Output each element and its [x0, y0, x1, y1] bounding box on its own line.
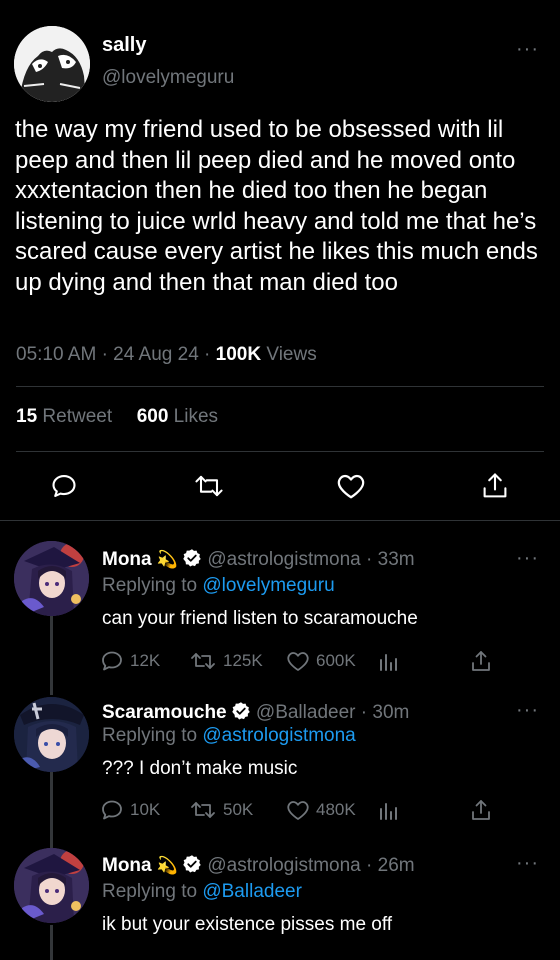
like-icon[interactable] [286, 650, 310, 672]
reply-avatar[interactable] [14, 697, 89, 772]
retweet-button[interactable]: 50K [189, 799, 253, 821]
replying-to: Replying to @astrologistmona [102, 725, 356, 747]
replying-to-prefix: Replying to [102, 575, 203, 596]
replying-to: Replying to @lovelymeguru [102, 575, 335, 597]
replying-to-prefix: Replying to [102, 881, 203, 902]
tweet-text: the way my friend used to be obsessed wi… [15, 116, 538, 296]
like-icon[interactable] [336, 472, 366, 500]
verified-badge-icon [182, 854, 202, 880]
retweet-icon[interactable] [189, 799, 217, 821]
retweet-count: 125K [223, 651, 263, 670]
reply-header: Mona 💫 @astrologistmona · 33m [102, 548, 415, 574]
author-avatar[interactable] [14, 26, 90, 102]
replying-to-handle[interactable]: @astrologistmona [202, 725, 355, 746]
reply-author-name[interactable]: Mona [102, 549, 152, 570]
reply-author-name[interactable]: Scaramouche [102, 702, 227, 723]
divider [0, 520, 560, 521]
more-options-icon[interactable]: ··· [516, 548, 539, 568]
reply-header: Mona 💫 @astrologistmona · 26m [102, 854, 415, 880]
like-count: 600K [316, 651, 356, 670]
like-count: 480K [316, 800, 356, 819]
likes-label[interactable]: Likes [174, 406, 218, 427]
likes-count[interactable]: 600 [137, 406, 169, 427]
replying-to-handle[interactable]: @lovelymeguru [202, 575, 334, 596]
replying-to: Replying to @Balladeer [102, 881, 302, 903]
author-name[interactable]: sally [102, 34, 146, 57]
engagement-stats: 15 Retweet 600 Likes [16, 406, 218, 428]
share-icon[interactable] [470, 798, 492, 822]
reply-avatar[interactable] [14, 848, 89, 923]
tweet-time: 05:10 AM [16, 344, 97, 365]
verified-badge-icon [182, 548, 202, 574]
retweet-count: 50K [223, 800, 254, 819]
divider [16, 386, 544, 387]
share-icon[interactable] [481, 471, 509, 501]
tweet-date: 24 Aug 24 [113, 344, 199, 365]
share-icon[interactable] [470, 649, 492, 673]
reply-author-handle[interactable]: @astrologistmona [207, 855, 360, 876]
thread-line [50, 772, 53, 852]
author-handle[interactable]: @lovelymeguru [102, 67, 234, 89]
reply-icon[interactable] [100, 799, 124, 821]
reply-count: 10K [130, 800, 161, 819]
like-icon[interactable] [286, 799, 310, 821]
reply-text: ??? I don’t make music [102, 758, 298, 779]
reply-text: can your friend listen to scaramouche [102, 608, 418, 629]
retweet-icon[interactable] [189, 650, 217, 672]
reply-button[interactable]: 10K [100, 799, 160, 821]
reply-author-handle[interactable]: @Balladeer [256, 702, 356, 723]
reply-author-name[interactable]: Mona [102, 855, 152, 876]
reply-age: · 33m [366, 549, 415, 570]
retweet-count[interactable]: 15 [16, 406, 37, 427]
verified-badge-icon [231, 701, 251, 727]
reply-age: · 26m [366, 855, 415, 876]
sparkle-emoji: 💫 [156, 856, 179, 875]
views-label: Views [266, 344, 317, 365]
more-options-icon[interactable]: ··· [516, 700, 539, 720]
analytics-icon[interactable] [378, 650, 400, 672]
reply-icon[interactable] [50, 472, 78, 500]
reply-button[interactable]: 12K [100, 650, 160, 672]
thread-line [50, 615, 53, 695]
meta-separator: · [204, 344, 211, 365]
views-count: 100K [215, 344, 262, 365]
replying-to-prefix: Replying to [102, 725, 203, 746]
replying-to-handle[interactable]: @Balladeer [202, 881, 302, 902]
reply-count: 12K [130, 651, 161, 670]
more-options-icon[interactable]: ··· [516, 39, 539, 59]
reply-avatar[interactable] [14, 541, 89, 616]
thread-line [50, 925, 53, 960]
meta-separator: · [101, 344, 108, 365]
reply-header: Scaramouche @Balladeer · 30m [102, 701, 409, 727]
reply-age: · 30m [360, 702, 410, 723]
reply-author-handle[interactable]: @astrologistmona [207, 549, 360, 570]
reply-icon[interactable] [100, 650, 124, 672]
sparkle-emoji: 💫 [156, 550, 179, 569]
retweet-button[interactable]: 125K [189, 650, 263, 672]
tweet-meta: 05:10 AM · 24 Aug 24 · 100K Views [16, 344, 317, 366]
like-button[interactable]: 600K [286, 650, 356, 672]
like-button[interactable]: 480K [286, 799, 356, 821]
divider [16, 451, 544, 452]
analytics-icon[interactable] [378, 799, 400, 821]
more-options-icon[interactable]: ··· [516, 853, 539, 873]
retweet-label[interactable]: Retweet [42, 406, 112, 427]
reply-text: ik but your existence pisses me off [102, 914, 393, 935]
retweet-icon[interactable] [193, 472, 225, 500]
